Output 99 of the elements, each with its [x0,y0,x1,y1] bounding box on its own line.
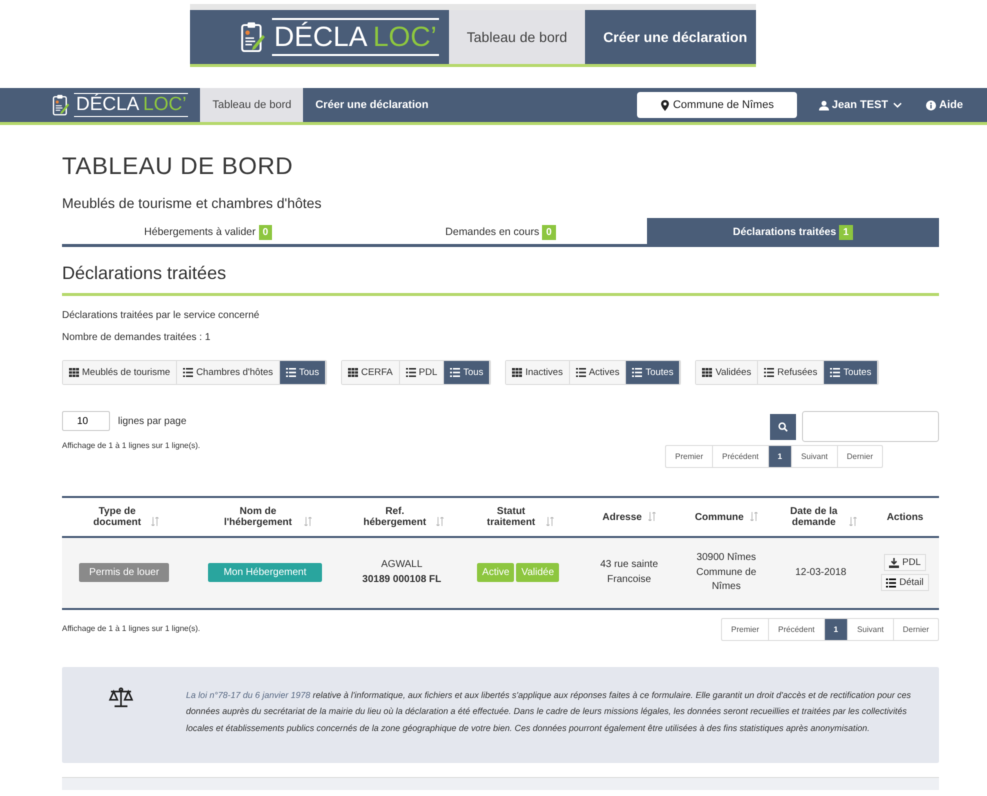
scale-icon [108,686,134,708]
filter-button[interactable]: Toutes [824,361,878,384]
filter-button[interactable]: PDL [400,361,444,384]
sort-icon[interactable] [151,517,160,526]
logo[interactable]: DÉCLA LOC’ [190,10,449,64]
pagination-link[interactable]: Suivant [792,446,838,467]
filter-button[interactable]: Toutes [626,361,680,384]
list-icon [886,578,896,588]
list-icon [450,368,460,377]
filter-button[interactable]: Tous [444,361,490,384]
tab[interactable]: Déclarations traitées 1 [646,218,939,244]
sort-icon[interactable] [848,517,857,526]
pagination-link[interactable]: 1 [768,446,792,467]
pagination-link[interactable]: Suivant [848,618,894,640]
status-label: Active [477,563,514,582]
pagination-link[interactable]: Dernier [894,618,938,640]
section-title: Déclarations traitées [62,263,939,296]
table-cell-text: Nîmes [710,580,742,594]
pagination-link[interactable]: 1 [824,618,848,640]
description-text: Déclarations traitées par le service concerné [62,310,260,321]
search-button[interactable] [770,414,796,440]
grid-icon [702,368,712,377]
tab[interactable]: Hébergements à valider 0 [62,218,354,244]
search-field[interactable] [802,411,939,442]
sort-icon[interactable] [750,512,758,520]
list-icon [764,368,774,377]
page-size-label: lignes par page [118,416,186,426]
list-icon [406,368,416,377]
grid-icon [512,368,522,377]
status-label: Validée [516,563,560,582]
column-header[interactable]: Ref. hébergement [360,506,430,528]
list-icon [632,368,642,377]
download-icon [889,558,900,568]
clipboard-icon [240,20,266,54]
sort-icon[interactable] [648,512,656,520]
table-cell-text: Commune de [695,566,758,580]
accommodation-name-label: Mon Hébergement [208,563,322,582]
column-header[interactable]: Actions [886,512,924,522]
logo-text: LOC’ [143,94,186,115]
filter-button[interactable]: Meublés de tourisme [63,361,178,384]
column-header[interactable]: Adresse [602,512,642,522]
list-icon [183,368,194,377]
column-header[interactable]: Commune [694,512,744,522]
commune-button[interactable]: Commune de Nîmes [636,92,797,118]
pagination-link[interactable]: Dernier [838,446,882,467]
grid-icon [69,368,79,377]
info-text: Affichage de 1 à 1 lignes sur 1 ligne(s). [62,624,200,632]
filter-button[interactable]: Tous [280,361,326,384]
user-menu[interactable]: Jean TEST [818,88,902,122]
filter-button[interactable]: Chambres d'hôtes [177,361,280,384]
detail-button[interactable]: Détail [881,574,929,592]
pagination-link[interactable]: Premier [666,446,714,467]
logo-text: DÉCLA [76,94,140,115]
clipboard-icon [52,93,70,117]
count-text: Nombre de demandes traitées : 1 [62,332,212,343]
filter-button[interactable]: Refusées [758,361,824,384]
sort-icon[interactable] [546,517,554,526]
filter-button[interactable]: Actives [570,361,626,384]
column-header[interactable]: Nom de l'hébergement [218,506,298,528]
page-subtitle: Meublés de tourisme et chambres d'hôtes [62,195,322,211]
nav-tab[interactable]: Tableau de bord [200,88,304,122]
document-type-label: Permis de louer [79,563,170,582]
table-cell-text: 30189 000108 FL [361,572,442,587]
help-link[interactable]: Aide [926,88,963,122]
sort-icon[interactable] [304,517,312,526]
sort-icon[interactable] [436,517,444,526]
table-cell-text: 43 rue sainte Francoise [599,558,660,587]
chevron-down-icon [893,102,902,108]
info-text: Affichage de 1 à 1 lignes sur 1 ligne(s). [62,441,200,450]
tab[interactable]: Demandes en cours 0 [354,218,647,244]
info-icon [926,100,936,110]
law-link[interactable]: La loi n°78-17 du 6 janvier 1978 [186,690,310,700]
table-cell-text: 30900 Nîmes [696,551,758,565]
pagination-link[interactable]: Premier [722,618,770,640]
list-icon [576,368,586,377]
filter-button[interactable]: Validées [696,361,758,384]
list-icon [286,368,296,377]
nav-tab[interactable]: Créer une déclaration [585,10,766,64]
column-header[interactable]: Type de document [89,506,146,528]
logo-text: DÉCLA [274,21,368,52]
table-cell-text: AGWALL [380,558,424,572]
list-icon [830,368,840,377]
pdl-button[interactable]: PDL [884,554,926,572]
column-header[interactable]: Date de la demande [784,506,843,528]
user-icon [818,100,829,110]
logo-text: LOC’ [372,21,437,52]
logo[interactable]: DÉCLA LOC’ [52,88,200,122]
nav-tab[interactable]: Tableau de bord [448,10,586,64]
legal-notice-text: La loi n°78-17 du 6 janvier 1978 relative à l'informatique, aux fichiers et aux libertés s'applique aux réponses faites à ce formulaire. Elle garantit un droit d'accès et de rectification pour ces données auprès du secrétariat de la mairie du lieu où la déclaration a été effectuée. Dans le cadre de leurs missions légales, les données seront recueillies et traitées par les collectivités locales et établissements publics concernés de la zone géographique de votre bien. Ces données pourront également être utilisées à des fins statistiques après anonymisation. [186,688,912,735]
search-icon [778,422,788,432]
grid-icon [348,368,358,377]
table-cell: 12-03-2018 [795,566,846,578]
column-header[interactable]: Statut traitement [482,506,540,528]
page-title: TABLEAU DE BORD [62,153,294,181]
filter-button[interactable]: Inactives [506,361,570,384]
nav-tab[interactable]: Créer une déclaration [303,88,440,122]
filter-button[interactable]: CERFA [342,361,400,384]
page-size-field[interactable]: 10 [62,411,110,431]
map-pin-icon [660,100,670,110]
